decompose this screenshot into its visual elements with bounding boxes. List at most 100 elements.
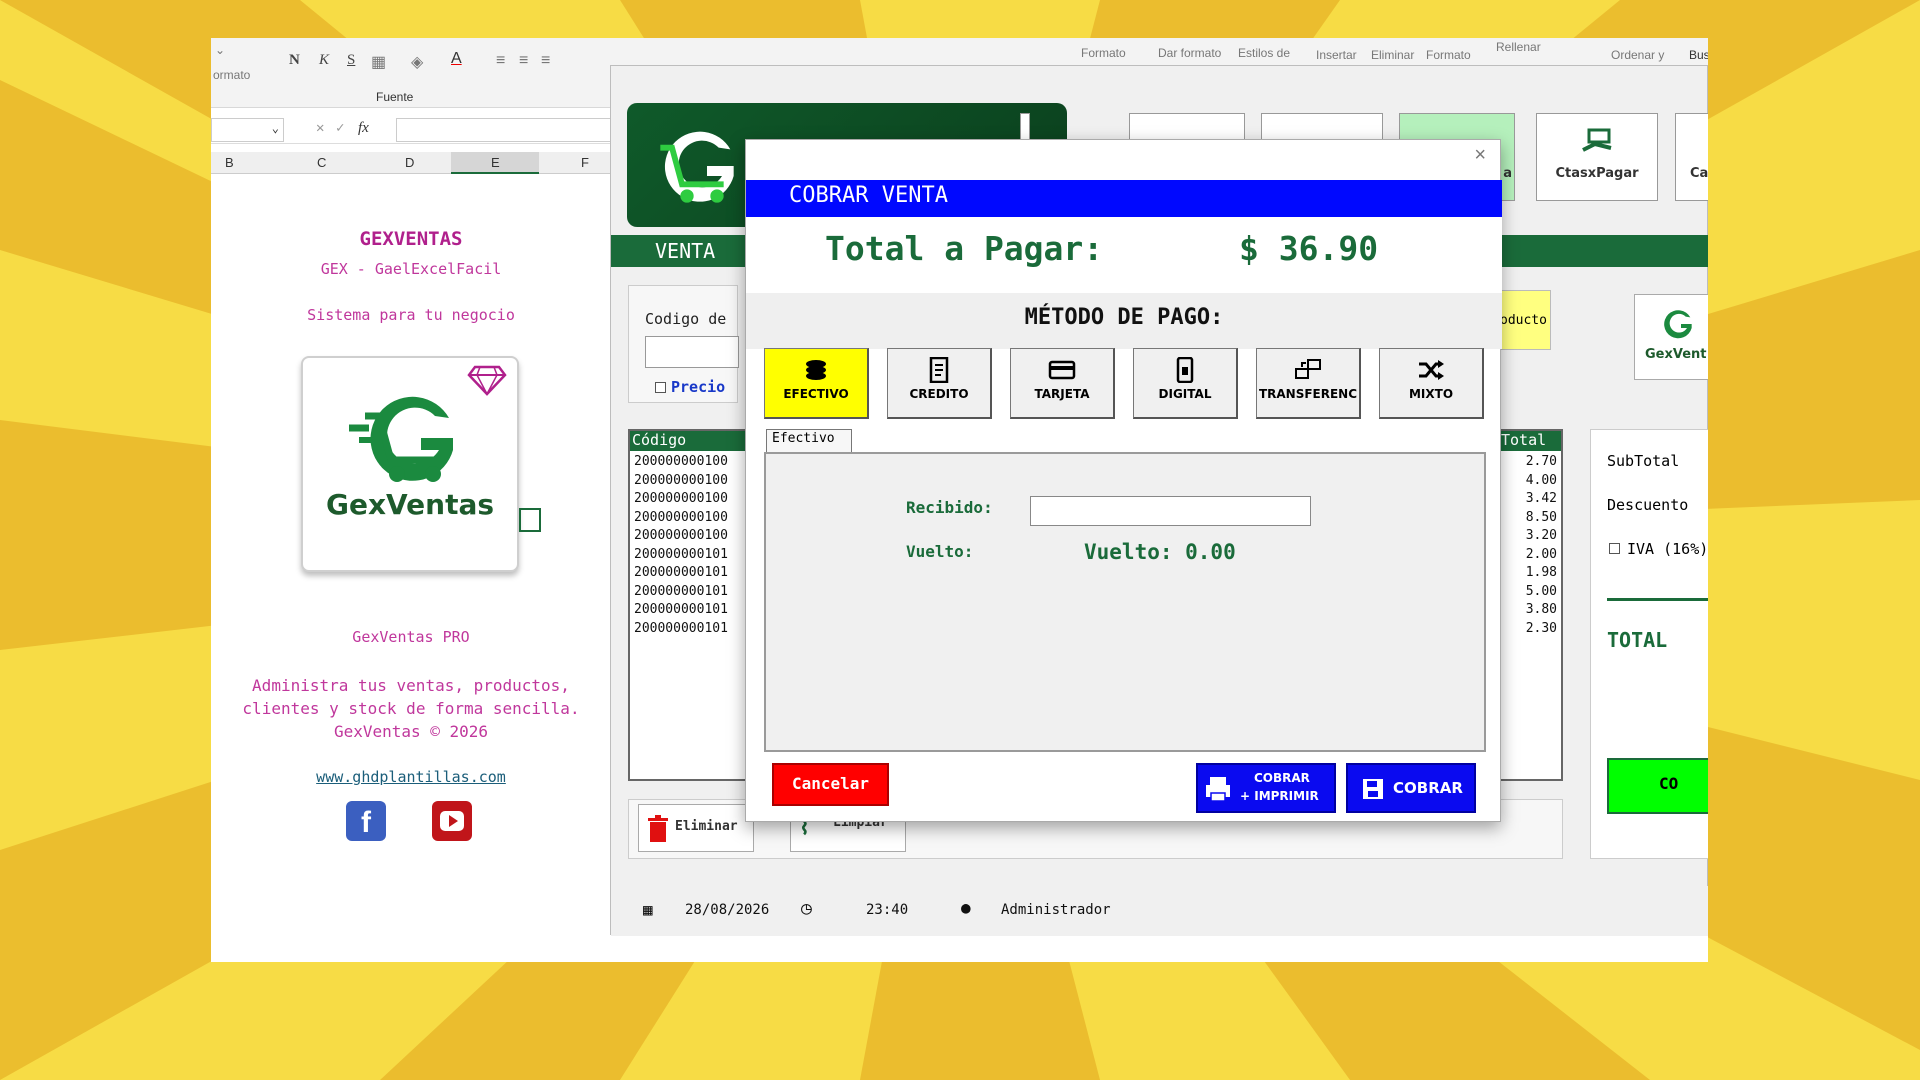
- cobrar-button[interactable]: COBRAR: [1346, 763, 1476, 813]
- column-header[interactable]: D: [405, 155, 414, 170]
- table-row[interactable]: 200000000101: [634, 546, 728, 565]
- logo-text: GexVentas: [325, 488, 495, 521]
- cart-logo-icon: [349, 396, 453, 482]
- table-cell: 2.30: [1525, 620, 1557, 636]
- table-row[interactable]: 200000000100: [634, 509, 728, 528]
- table-cell: 3.80: [1525, 602, 1557, 617]
- panel-pro: GexVentas PRO: [352, 628, 470, 646]
- ribbon-rellenar[interactable]: Rellenar: [1496, 40, 1541, 54]
- coins-icon: [806, 360, 826, 380]
- precio-checkbox[interactable]: [655, 382, 666, 393]
- vuelto-label: Vuelto:: [906, 542, 974, 561]
- table-row[interactable]: 200000000100: [634, 527, 728, 546]
- cobrar-label: COBRAR: [1393, 779, 1463, 797]
- cobrar-main-button[interactable]: CO: [1607, 758, 1708, 814]
- ribbon-estilos[interactable]: Estilos de: [1238, 46, 1290, 60]
- table-cell: 3.20: [1525, 528, 1557, 543]
- digital-button[interactable]: DIGITAL: [1133, 348, 1238, 419]
- credito-button[interactable]: CREDITO: [887, 348, 992, 419]
- table-row[interactable]: 200000000101: [634, 564, 728, 583]
- diamond-icon: [467, 365, 507, 396]
- ribbon-formato[interactable]: Formato: [1081, 46, 1126, 60]
- descuento-label: Descuento: [1607, 496, 1689, 514]
- tarjeta-button[interactable]: TARJETA: [1010, 348, 1115, 419]
- formula-bar: ⌄ ✕ ✓ fx: [211, 116, 611, 144]
- underline-button[interactable]: S: [347, 52, 355, 69]
- status-time: 23:40: [866, 902, 909, 918]
- efectivo-button[interactable]: EFECTIVO: [764, 348, 869, 419]
- cancelar-button[interactable]: Cancelar: [772, 763, 889, 806]
- column-header-codigo: Código: [630, 431, 750, 451]
- align-right-icon[interactable]: ≡: [541, 52, 550, 70]
- table-row[interactable]: 200000000100: [634, 453, 728, 472]
- column-header[interactable]: B: [225, 155, 234, 170]
- cart-logo-icon: [1664, 310, 1692, 339]
- trash-icon: [648, 815, 668, 842]
- document-icon: [929, 357, 949, 383]
- total-value: $ 36.90: [1239, 229, 1379, 268]
- cobrar-venta-dialog: × COBRAR VENTA Total a Pagar: $ 36.90 MÉ…: [745, 139, 1502, 822]
- facebook-icon[interactable]: f: [346, 801, 386, 841]
- eliminar-button[interactable]: Eliminar: [638, 804, 754, 852]
- bold-button[interactable]: N: [289, 52, 300, 69]
- transferencia-button[interactable]: TRANSFERENC: [1256, 348, 1361, 419]
- product-button-label: oducto: [1500, 313, 1547, 328]
- youtube-icon[interactable]: [432, 801, 472, 841]
- panel-subtitle: GEX - GaelExcelFacil: [320, 260, 502, 278]
- cancel-icon[interactable]: ✕: [316, 120, 324, 136]
- font-color-icon[interactable]: A: [451, 50, 462, 68]
- brand-logo-text: GexVent: [1645, 347, 1707, 362]
- method-label: DIGITAL: [1158, 387, 1212, 401]
- ribbon-eliminar[interactable]: Eliminar: [1371, 48, 1414, 62]
- italic-button[interactable]: K: [319, 52, 329, 69]
- table-row[interactable]: 200000000101: [634, 601, 728, 620]
- align-center-icon[interactable]: ≡: [519, 52, 528, 70]
- borders-icon[interactable]: ▦: [371, 52, 386, 72]
- catalog-label: Cat: [1690, 166, 1708, 181]
- cobrar-imprimir-button[interactable]: COBRAR + IMPRIMIR: [1196, 763, 1336, 813]
- close-icon[interactable]: ×: [1474, 144, 1486, 167]
- total-column: 2.70 4.00 3.42 8.50 3.20 2.00 1.98 5.00 …: [1526, 453, 1557, 638]
- printer-icon: [1206, 777, 1230, 802]
- website-link[interactable]: www.ghdplantillas.com: [211, 768, 611, 786]
- clock-icon: ◷: [801, 898, 812, 919]
- ribbon-ordenar[interactable]: Ordenar y: [1611, 48, 1664, 62]
- chevron-down-icon: ⌄: [271, 121, 279, 135]
- cobrar-main-label: CO: [1659, 774, 1679, 793]
- ribbon-dar-formato[interactable]: Dar formato: [1158, 46, 1221, 60]
- iva-checkbox[interactable]: [1609, 543, 1620, 554]
- ribbon-buscar[interactable]: Bus: [1689, 48, 1708, 62]
- formula-input[interactable]: [396, 118, 611, 142]
- table-row[interactable]: 200000000100: [634, 472, 728, 491]
- table-row[interactable]: 200000000100: [634, 490, 728, 509]
- table-cell: 4.00: [1525, 472, 1557, 488]
- fill-color-icon[interactable]: ◈: [411, 52, 423, 72]
- name-box[interactable]: ⌄: [211, 118, 284, 142]
- column-header-selected[interactable]: E: [491, 155, 500, 170]
- status-bar: ▦ 28/08/2026 ◷ 23:40 ● Administrador: [611, 886, 1708, 936]
- check-icon[interactable]: ✓: [336, 120, 344, 136]
- ribbon-insertar[interactable]: Insertar: [1316, 48, 1357, 62]
- tab-efectivo[interactable]: Efectivo: [766, 429, 852, 453]
- code-label: Codigo de: [645, 310, 727, 328]
- panel-tagline: Sistema para tu negocio: [307, 306, 515, 324]
- table-cell: 8.50: [1525, 509, 1557, 525]
- fx-icon[interactable]: fx: [358, 120, 369, 137]
- code-input[interactable]: [645, 336, 739, 368]
- total-label: TOTAL: [1607, 628, 1668, 652]
- table-row[interactable]: 200000000101: [634, 583, 728, 602]
- total-band: Total a Pagar: $ 36.90: [746, 217, 1502, 293]
- ctasxpagar-button[interactable]: CtasxPagar: [1536, 113, 1658, 201]
- brand-logo-box: GexVent: [1634, 294, 1708, 380]
- ribbon-formato-2[interactable]: Formato: [1426, 48, 1471, 62]
- mixto-button[interactable]: MIXTO: [1379, 348, 1484, 419]
- recibido-input[interactable]: [1030, 496, 1311, 526]
- catalog-button[interactable]: Cat: [1675, 113, 1708, 201]
- align-left-icon[interactable]: ≡: [496, 52, 505, 70]
- table-row[interactable]: 200000000101: [634, 620, 728, 639]
- ctasxpagar-label: CtasxPagar: [1555, 166, 1639, 181]
- subtotal-label: SubTotal: [1607, 452, 1680, 470]
- column-header[interactable]: F: [581, 155, 589, 170]
- selected-cell[interactable]: [519, 508, 541, 532]
- column-header[interactable]: C: [317, 155, 326, 170]
